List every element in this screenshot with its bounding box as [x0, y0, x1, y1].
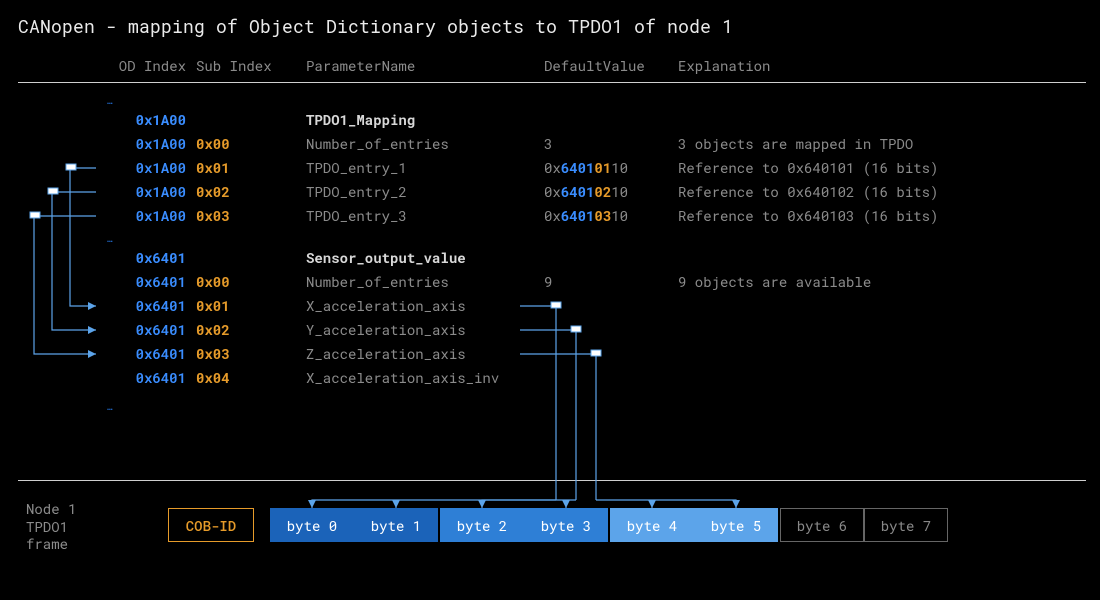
- cell-explanation: Reference to 0x640101 (16 bits): [678, 158, 1078, 177]
- cell-parameter-name: TPDO_entry_1: [306, 158, 536, 177]
- cell-parameter-name: Number_of_entries: [306, 134, 536, 153]
- cell-sub-index: 0x01: [196, 158, 286, 177]
- cell-parameter-name: Z_acceleration_axis: [306, 344, 536, 363]
- cell-sub-index: 0x04: [196, 368, 286, 387]
- cell-od-index: 0x1A00: [96, 182, 186, 201]
- cell-od-index: 0x6401: [96, 296, 186, 315]
- cell-default-value: 3: [544, 134, 664, 153]
- cell-explanation: 3 objects are mapped in TPDO: [678, 134, 1078, 153]
- frame-label-line: TPDO1: [26, 518, 94, 536]
- value-fragment: 6401: [561, 158, 595, 177]
- frame-label: Node 1 TPDO1 frame: [26, 500, 94, 553]
- frame-byte: byte 3: [524, 508, 608, 542]
- value-fragment: 0x: [544, 182, 561, 201]
- frame-byte: byte 2: [440, 508, 524, 542]
- col-od: OD Index: [96, 56, 186, 75]
- value-fragment: 0x: [544, 158, 561, 177]
- cell-sub-index: 0x01: [196, 296, 286, 315]
- cell-sub-index: 0x02: [196, 320, 286, 339]
- frame-label-line: Node 1: [26, 500, 94, 518]
- cell-default-value: 9: [544, 272, 664, 291]
- cell-parameter-name: Sensor_output_value: [306, 248, 536, 267]
- table-row: 0x1A00 TPDO1_Mapping: [0, 110, 1100, 132]
- value-fragment: 01: [594, 158, 611, 177]
- cell-explanation: Reference to 0x640102 (16 bits): [678, 182, 1078, 201]
- rule-bottom: [18, 480, 1086, 481]
- cell-od-index: 0x1A00: [96, 134, 186, 153]
- cell-parameter-name: TPDO_entry_2: [306, 182, 536, 201]
- cell-sub-index: 0x02: [196, 182, 286, 201]
- cell-od-index: 0x6401: [96, 344, 186, 363]
- value-fragment: 0x: [544, 206, 561, 225]
- value-fragment: 6401: [561, 182, 595, 201]
- frame-byte: byte 1: [354, 508, 438, 542]
- cell-parameter-name: TPDO_entry_3: [306, 206, 536, 225]
- cell-sub-index: 0x00: [196, 134, 286, 153]
- col-sub: Sub Index: [196, 56, 286, 75]
- col-def: DefaultValue: [544, 56, 664, 75]
- cell-sub-index: 0x03: [196, 206, 286, 225]
- cell-parameter-name: X_acceleration_axis: [306, 296, 536, 315]
- cell-default-value: 0x64010110: [544, 158, 664, 177]
- col-exp: Explanation: [678, 56, 1078, 75]
- table-row: 0x1A000x01TPDO_entry_10x64010110Referenc…: [0, 158, 1100, 180]
- cob-id-box: COB-ID: [168, 508, 254, 542]
- frame-byte: byte 5: [694, 508, 778, 542]
- table-row: 0x1A000x03TPDO_entry_30x64010310Referenc…: [0, 206, 1100, 228]
- cell-sub-index: 0x00: [196, 272, 286, 291]
- cell-parameter-name: Number_of_entries: [306, 272, 536, 291]
- value-fragment: 10: [611, 182, 628, 201]
- table-header: OD Index Sub Index ParameterName Default…: [0, 56, 1100, 78]
- cell-od-index: 0x6401: [96, 368, 186, 387]
- ellipsis: …: [106, 232, 114, 245]
- frame-label-line: frame: [26, 535, 94, 553]
- cell-od-index: 0x1A00: [96, 158, 186, 177]
- table-row: 0x6401 0x01 X_acceleration_axis: [0, 296, 1100, 318]
- value-fragment: 6401: [561, 206, 595, 225]
- value-fragment: 03: [594, 206, 611, 225]
- cell-explanation: 9 objects are available: [678, 272, 1078, 291]
- cell-parameter-name: TPDO1_Mapping: [306, 110, 536, 129]
- cell-od-index: 0x6401: [96, 272, 186, 291]
- cell-explanation: Reference to 0x640103 (16 bits): [678, 206, 1078, 225]
- cell-parameter-name: X_acceleration_axis_inv: [306, 368, 536, 387]
- cell-parameter-name: Y_acceleration_axis: [306, 320, 536, 339]
- cell-od-index: 0x1A00: [96, 110, 186, 129]
- page-title: CANopen - mapping of Object Dictionary o…: [18, 14, 733, 38]
- table-row: 0x6401 0x00 Number_of_entries 9 9 objects ar…: [0, 272, 1100, 294]
- value-fragment: 10: [611, 158, 628, 177]
- ellipsis: …: [106, 400, 114, 413]
- frame-byte: byte 7: [864, 508, 948, 542]
- table-row: 0x1A000x02TPDO_entry_20x64010210Referenc…: [0, 182, 1100, 204]
- frame-byte: byte 0: [270, 508, 354, 542]
- table-row: 0x6401 Sensor_output_value: [0, 248, 1100, 270]
- cell-od-index: 0x6401: [96, 320, 186, 339]
- frame-byte: byte 6: [780, 508, 864, 542]
- col-name: ParameterName: [306, 56, 536, 75]
- frame-byte: byte 4: [610, 508, 694, 542]
- cell-sub-index: 0x03: [196, 344, 286, 363]
- rule-top: [18, 82, 1086, 83]
- ellipsis: …: [106, 94, 114, 107]
- value-fragment: 02: [594, 182, 611, 201]
- cell-default-value: 0x64010310: [544, 206, 664, 225]
- cell-od-index: 0x6401: [96, 248, 186, 267]
- cell-default-value: 0x64010210: [544, 182, 664, 201]
- table-row: 0x6401 0x02 Y_acceleration_axis: [0, 320, 1100, 342]
- table-row: 0x1A00 0x00 Number_of_entries 3 3 objects ar…: [0, 134, 1100, 156]
- table-row: 0x6401 0x03 Z_acceleration_axis: [0, 344, 1100, 366]
- cell-od-index: 0x1A00: [96, 206, 186, 225]
- table-row: 0x6401 0x04 X_acceleration_axis_inv: [0, 368, 1100, 390]
- value-fragment: 10: [611, 206, 628, 225]
